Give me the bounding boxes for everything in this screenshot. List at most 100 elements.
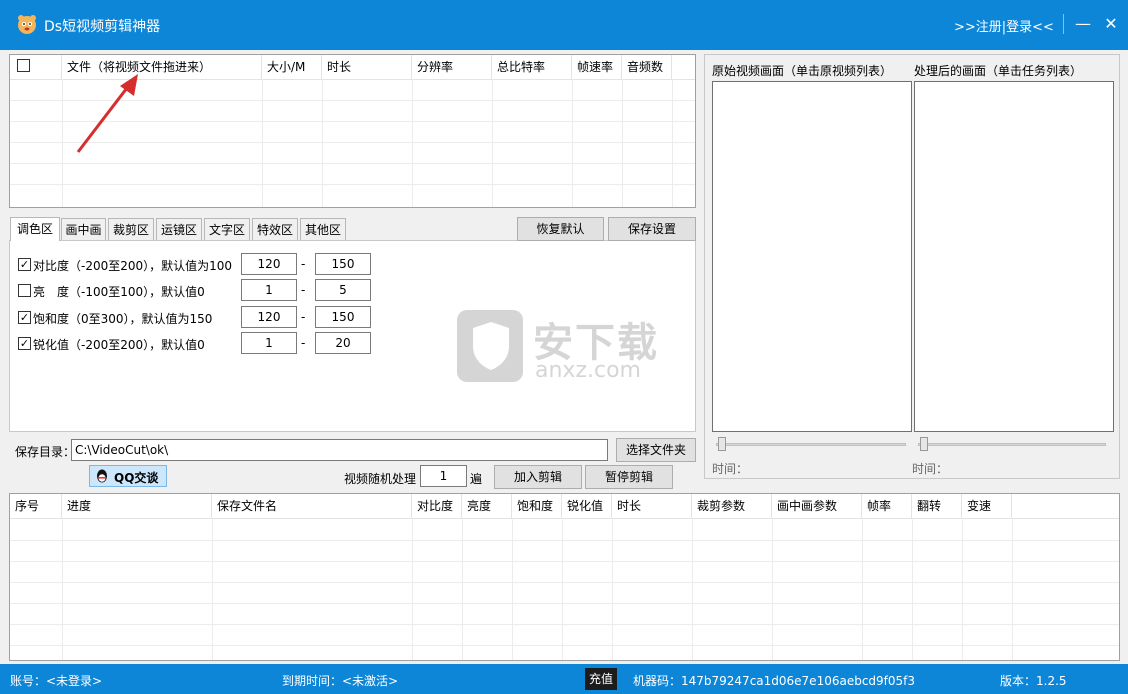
qq-chat-label: QQ交谈 — [114, 471, 159, 485]
register-login-link[interactable]: >>注册|登录<< — [954, 16, 1054, 35]
saturation-label: 饱和度（0至300），默认值为150 — [33, 312, 213, 326]
tab-effects[interactable]: 特效区 — [252, 218, 298, 240]
col-framerate[interactable]: 帧速率 — [572, 55, 622, 79]
contrast-checkbox[interactable]: ✓ — [18, 258, 31, 271]
grid-line — [622, 79, 623, 207]
col-sharpness[interactable]: 锐化值 — [562, 494, 612, 518]
grid-line — [262, 79, 263, 207]
contrast-min-input[interactable]: 120 — [241, 253, 297, 275]
processed-video-view[interactable] — [914, 81, 1114, 432]
original-slider-track[interactable] — [716, 443, 906, 446]
grid-line — [10, 624, 1119, 625]
tab-color[interactable]: 调色区 — [10, 217, 60, 241]
saturation-max-input[interactable]: 150 — [315, 306, 371, 328]
col-task-duration[interactable]: 时长 — [612, 494, 692, 518]
grid-line — [10, 561, 1119, 562]
col-resolution[interactable]: 分辨率 — [412, 55, 492, 79]
status-bar: 账号：<未登录> 到期时间：<未激活> 充值 机器码：147b79247ca1d… — [0, 664, 1128, 694]
brightness-label: 亮 度（-100至100），默认值0 — [33, 285, 205, 299]
brightness-max-input[interactable]: 5 — [315, 279, 371, 301]
grid-line — [10, 184, 695, 185]
choose-folder-button[interactable]: 选择文件夹 — [616, 438, 696, 462]
task-table[interactable]: 序号 进度 保存文件名 对比度 亮度 饱和度 锐化值 时长 裁剪参数 画中画参数… — [9, 493, 1120, 661]
tab-other[interactable]: 其他区 — [300, 218, 346, 240]
title-bar: Ds短视频剪辑神器 >>注册|登录<< — ✕ — [0, 0, 1128, 50]
original-video-view[interactable] — [712, 81, 912, 432]
col-index[interactable]: 序号 — [10, 494, 62, 518]
app-title: Ds短视频剪辑神器 — [44, 19, 161, 35]
col-duration[interactable]: 时长 — [322, 55, 412, 79]
sharpness-checkbox[interactable]: ✓ — [18, 337, 31, 350]
col-pip-params[interactable]: 画中画参数 — [772, 494, 862, 518]
brightness-checkbox[interactable] — [18, 284, 31, 297]
grid-line — [10, 603, 1119, 604]
grid-line — [572, 79, 573, 207]
range-dash: - — [301, 336, 306, 350]
sharpness-min-input[interactable]: 1 — [241, 332, 297, 354]
grid-line — [492, 79, 493, 207]
range-dash: - — [301, 310, 306, 324]
grid-line — [412, 79, 413, 207]
save-settings-button[interactable]: 保存设置 — [608, 217, 696, 241]
grid-line — [62, 79, 63, 207]
machine-code: 机器码：147b79247ca1d06e7e106aebcd9f05f3 — [633, 674, 916, 688]
grid-line — [10, 645, 1119, 646]
processed-slider-track[interactable] — [918, 443, 1106, 446]
grid-line — [322, 79, 323, 207]
processed-slider-thumb[interactable] — [920, 437, 928, 451]
add-clip-button[interactable]: 加入剪辑 — [494, 465, 582, 489]
app-logo-icon — [18, 15, 36, 34]
col-brightness[interactable]: 亮度 — [462, 494, 512, 518]
tab-pip[interactable]: 画中画 — [61, 218, 106, 240]
tab-camera[interactable]: 运镜区 — [156, 218, 202, 240]
qq-chat-button[interactable]: QQ交谈 — [89, 465, 167, 487]
grid-line — [672, 79, 673, 207]
processed-preview-label: 处理后的画面（单击任务列表） — [914, 64, 1083, 78]
close-button[interactable]: ✕ — [1100, 13, 1122, 35]
sharpness-max-input[interactable]: 20 — [315, 332, 371, 354]
minimize-button[interactable]: — — [1072, 13, 1094, 35]
select-all-checkbox[interactable] — [17, 59, 30, 72]
random-count-input[interactable]: 1 — [420, 465, 467, 487]
expire-status: 到期时间：<未激活> — [282, 674, 399, 688]
recharge-button[interactable]: 充值 — [585, 668, 617, 690]
col-bitrate[interactable]: 总比特率 — [492, 55, 572, 79]
title-divider — [1063, 14, 1064, 34]
col-saturation[interactable]: 饱和度 — [512, 494, 562, 518]
col-progress[interactable]: 进度 — [62, 494, 212, 518]
col-speed[interactable]: 变速 — [962, 494, 1012, 518]
original-preview-label: 原始视频画面（单击原视频列表） — [712, 64, 893, 78]
annotation-arrow-icon — [76, 74, 138, 153]
col-flip[interactable]: 翻转 — [912, 494, 962, 518]
range-dash: - — [301, 257, 306, 271]
random-unit-label: 遍 — [470, 472, 483, 486]
original-slider-thumb[interactable] — [718, 437, 726, 451]
restore-defaults-button[interactable]: 恢复默认 — [517, 217, 604, 241]
original-time-label: 时间： — [712, 462, 749, 476]
tab-text[interactable]: 文字区 — [204, 218, 250, 240]
sharpness-label: 锐化值（-200至200），默认值0 — [33, 338, 205, 352]
select-all-cell — [10, 55, 62, 79]
processed-time-label: 时间： — [912, 462, 949, 476]
col-contrast[interactable]: 对比度 — [412, 494, 462, 518]
col-audio[interactable]: 音频数 — [622, 55, 672, 79]
watermark-sub: anxz.com — [535, 358, 641, 383]
grid-line — [10, 582, 1119, 583]
save-dir-input[interactable]: C:\VideoCut\ok\ — [71, 439, 608, 461]
qq-penguin-icon — [97, 469, 107, 483]
pause-clip-button[interactable]: 暂停剪辑 — [585, 465, 673, 489]
col-fps[interactable]: 帧率 — [862, 494, 912, 518]
saturation-min-input[interactable]: 120 — [241, 306, 297, 328]
col-save-name[interactable]: 保存文件名 — [212, 494, 412, 518]
col-size[interactable]: 大小/M — [262, 55, 322, 79]
random-process-label: 视频随机处理 — [344, 472, 417, 486]
col-crop-params[interactable]: 裁剪参数 — [692, 494, 772, 518]
saturation-checkbox[interactable]: ✓ — [18, 311, 31, 324]
contrast-max-input[interactable]: 150 — [315, 253, 371, 275]
tab-crop[interactable]: 裁剪区 — [108, 218, 154, 240]
range-dash: - — [301, 283, 306, 297]
brightness-min-input[interactable]: 1 — [241, 279, 297, 301]
task-table-header: 序号 进度 保存文件名 对比度 亮度 饱和度 锐化值 时长 裁剪参数 画中画参数… — [10, 494, 1119, 519]
grid-line — [10, 540, 1119, 541]
grid-line — [10, 163, 695, 164]
